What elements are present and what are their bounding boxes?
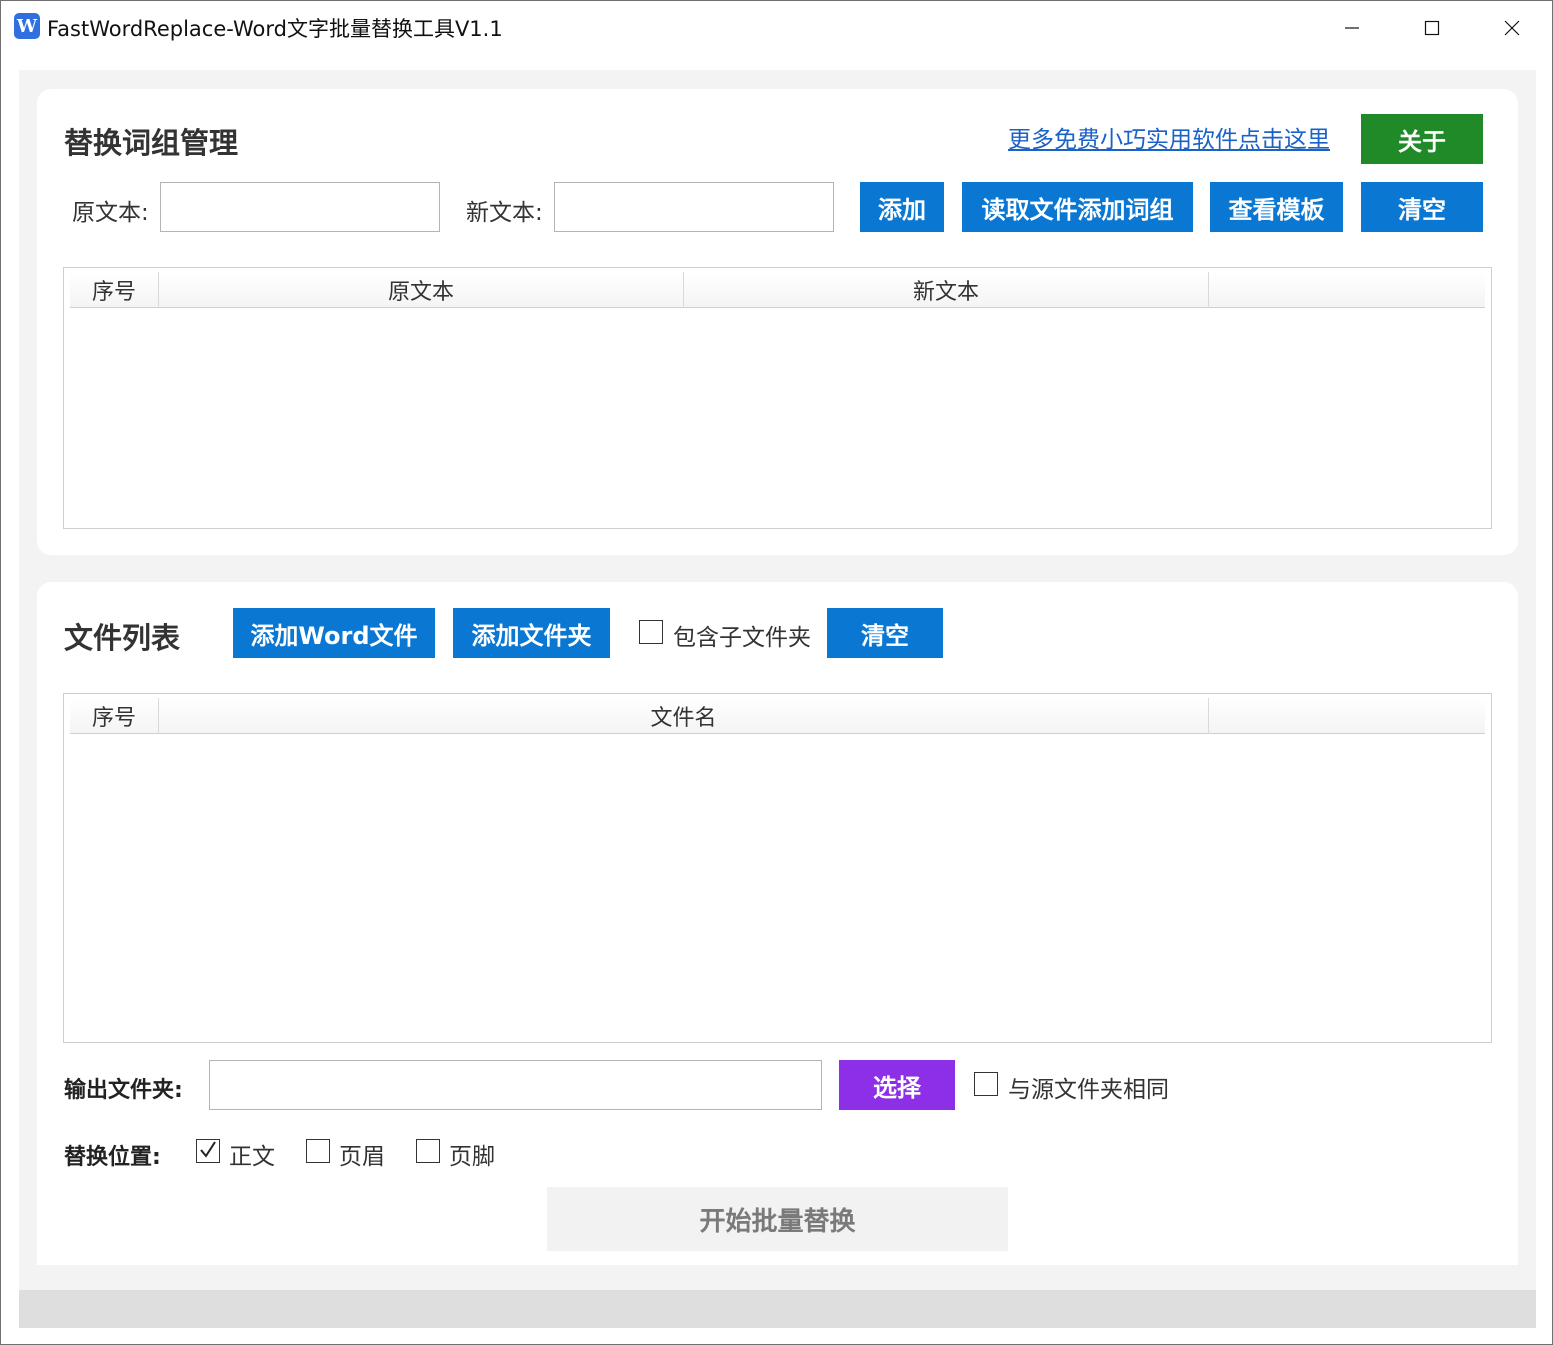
view-template-button[interactable]: 查看模板 xyxy=(1210,182,1343,232)
column-header-filler xyxy=(1209,272,1485,308)
original-text-input[interactable] xyxy=(160,182,440,232)
same-as-source-label[interactable]: 与源文件夹相同 xyxy=(1008,1070,1169,1104)
file-table[interactable]: 序号 文件名 xyxy=(63,693,1492,1043)
status-bar xyxy=(19,1290,1536,1328)
app-window: W FastWordReplace-Word文字批量替换工具V1.1 替换词组管… xyxy=(0,0,1553,1345)
phrase-table-header: 序号 原文本 新文本 xyxy=(70,272,1485,308)
minimize-icon xyxy=(1345,27,1359,29)
add-phrase-button[interactable]: 添加 xyxy=(860,182,944,232)
checkmark-icon xyxy=(200,1141,216,1158)
clear-phrases-button[interactable]: 清空 xyxy=(1361,182,1483,232)
close-icon xyxy=(1504,20,1520,36)
body-checkbox[interactable] xyxy=(196,1139,220,1163)
original-text-label: 原文本: xyxy=(72,200,149,226)
new-text-label: 新文本: xyxy=(466,200,543,226)
maximize-button[interactable] xyxy=(1392,1,1472,55)
load-phrases-file-button[interactable]: 读取文件添加词组 xyxy=(962,182,1193,232)
close-button[interactable] xyxy=(1472,1,1552,55)
column-header-filler xyxy=(1209,698,1485,734)
replace-position-label: 替换位置: xyxy=(64,1145,161,1170)
app-w-icon: W xyxy=(14,13,40,39)
column-header-original[interactable]: 原文本 xyxy=(159,272,684,308)
output-folder-input[interactable] xyxy=(209,1060,822,1110)
column-header-index[interactable]: 序号 xyxy=(70,272,159,308)
new-text-input[interactable] xyxy=(554,182,834,232)
include-subfolders-label[interactable]: 包含子文件夹 xyxy=(673,618,811,652)
column-header-new[interactable]: 新文本 xyxy=(684,272,1209,308)
column-header-filename[interactable]: 文件名 xyxy=(159,698,1209,734)
add-folder-button[interactable]: 添加文件夹 xyxy=(453,608,610,658)
about-button[interactable]: 关于 xyxy=(1361,114,1483,164)
minimize-button[interactable] xyxy=(1312,1,1392,55)
column-header-index[interactable]: 序号 xyxy=(70,698,159,734)
phrase-table[interactable]: 序号 原文本 新文本 xyxy=(63,267,1492,529)
include-subfolders-checkbox[interactable] xyxy=(639,620,663,644)
same-as-source-checkbox[interactable] xyxy=(974,1072,998,1096)
add-word-file-button[interactable]: 添加Word文件 xyxy=(233,608,435,658)
clear-files-button[interactable]: 清空 xyxy=(827,608,943,658)
header-checkbox[interactable] xyxy=(306,1139,330,1163)
more-software-link[interactable]: 更多免费小巧实用软件点击这里 xyxy=(1008,120,1330,154)
start-batch-replace-button[interactable]: 开始批量替换 xyxy=(547,1187,1008,1251)
footer-checkbox[interactable] xyxy=(416,1139,440,1163)
phrase-heading: 替换词组管理 xyxy=(64,126,239,160)
file-table-header: 序号 文件名 xyxy=(70,698,1485,734)
file-list-heading: 文件列表 xyxy=(64,621,181,655)
select-output-folder-button[interactable]: 选择 xyxy=(839,1060,955,1110)
header-option-label[interactable]: 页眉 xyxy=(339,1137,385,1171)
window-title: FastWordReplace-Word文字批量替换工具V1.1 xyxy=(47,17,503,41)
output-folder-label: 输出文件夹: xyxy=(64,1078,183,1103)
title-bar[interactable]: W FastWordReplace-Word文字批量替换工具V1.1 xyxy=(1,1,1552,55)
body-option-label[interactable]: 正文 xyxy=(229,1137,275,1171)
footer-option-label[interactable]: 页脚 xyxy=(449,1137,495,1171)
maximize-icon xyxy=(1424,20,1440,36)
